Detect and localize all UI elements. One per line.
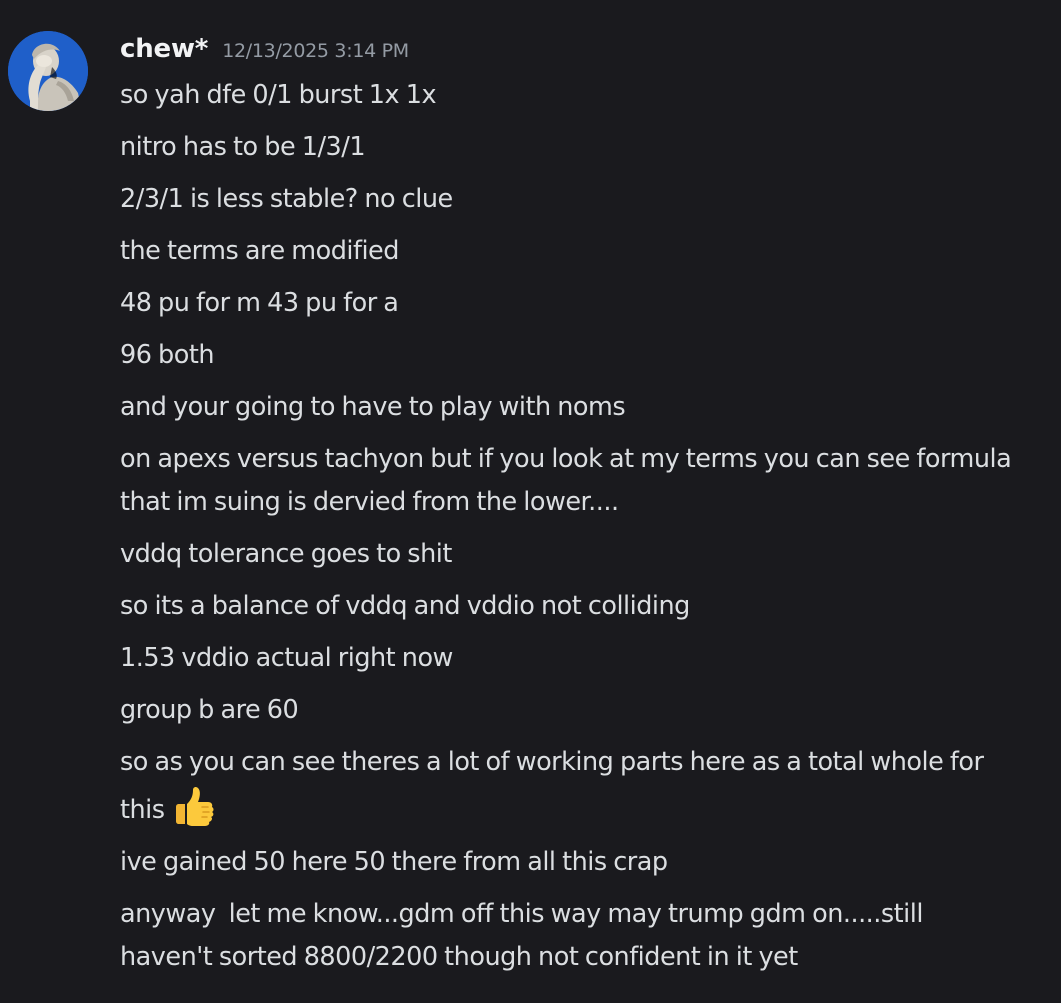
message-line: ive gained 50 here 50 there from all thi… (120, 847, 668, 877)
message-line-text: so as you can see theres a lot of workin… (120, 747, 991, 825)
message-content: so yah dfe 0/1 burst 1x 1x nitro has to … (120, 74, 1020, 988)
message-line: group b are 60 (120, 695, 299, 725)
message-header: chew* 12/13/2025 3:14 PM (120, 34, 409, 68)
username[interactable]: chew* (120, 34, 208, 64)
message-line: so yah dfe 0/1 burst 1x 1x (120, 80, 437, 110)
message-line: the terms are modified (120, 236, 399, 266)
thumbs-up-emoji-icon[interactable] (171, 784, 217, 830)
timestamp[interactable]: 12/13/2025 3:14 PM (222, 40, 409, 62)
message-line: 96 both (120, 340, 215, 370)
message-line: so its a balance of vddq and vddio not c… (120, 591, 690, 621)
message-line: vddq tolerance goes to shit (120, 539, 452, 569)
message-line: 2/3/1 is less stable? no clue (120, 184, 453, 214)
message-line: anyway let me know...gdm off this way ma… (120, 899, 930, 972)
avatar[interactable] (8, 31, 88, 111)
message-line: on apexs versus tachyon but if you look … (120, 444, 1018, 517)
message-line: 48 pu for m 43 pu for a (120, 288, 399, 318)
message-line: 1.53 vddio actual right now (120, 643, 453, 673)
message-line: nitro has to be 1/3/1 (120, 132, 366, 162)
chat-message: chew* 12/13/2025 3:14 PM so yah dfe 0/1 … (0, 0, 1061, 1003)
statue-facepalm-avatar-icon (8, 31, 88, 111)
message-line: and your going to have to play with noms (120, 392, 626, 422)
message-line-with-emoji: so as you can see theres a lot of workin… (120, 741, 1020, 832)
